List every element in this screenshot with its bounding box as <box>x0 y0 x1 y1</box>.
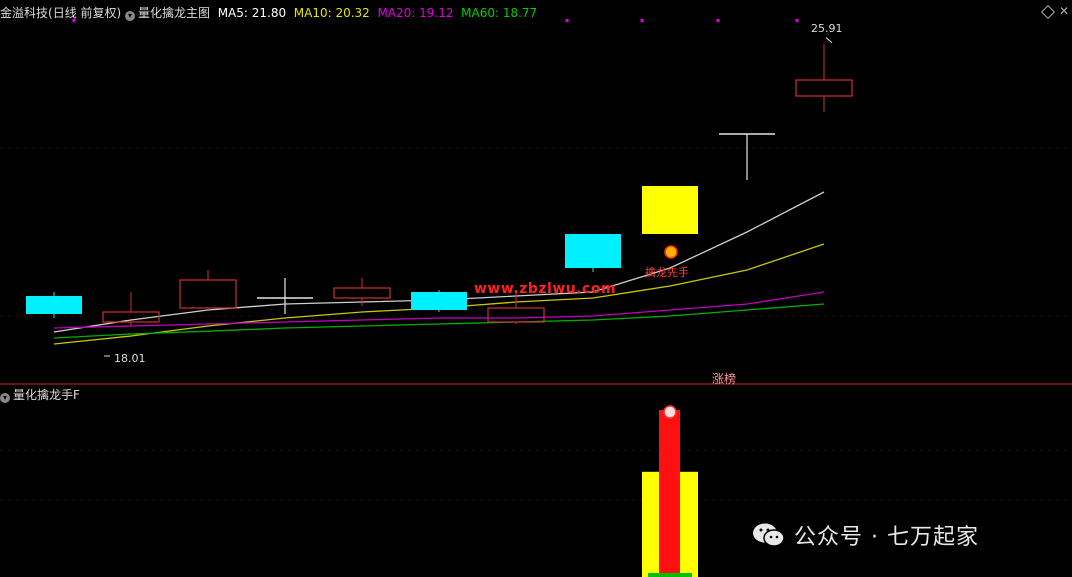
stock-name: 金溢科技 <box>0 6 49 20</box>
sub-bar-red <box>659 410 680 577</box>
indicator-toggle-icon[interactable]: ▾ <box>125 11 136 21</box>
watermark-text: 公众号 · 七万起家 <box>794 525 979 550</box>
close-icon[interactable]: ✕ <box>1059 4 1069 18</box>
candle <box>411 290 467 312</box>
candle-body <box>565 234 621 268</box>
sub-bar-cap <box>663 405 677 419</box>
sub-indicator-toggle-icon[interactable]: ▾ <box>0 393 10 403</box>
high-pointer <box>825 37 833 43</box>
ma10-value: MA10: 20.32 <box>293 6 370 20</box>
candle <box>179 270 237 310</box>
signal-dot <box>565 19 569 22</box>
sub-bar-green <box>648 573 692 577</box>
candle-body <box>333 287 391 299</box>
sub-indicator-bars <box>642 405 698 577</box>
candle <box>719 133 775 180</box>
candle <box>565 234 621 272</box>
wechat-watermark: 公众号 · 七万起家 <box>752 517 979 553</box>
candle-body <box>487 307 545 323</box>
high-price-label: 25.91 <box>811 22 843 35</box>
ma60-value: MA60: 18.77 <box>461 6 538 20</box>
sub-panel-header: ▾ 量化擒龙手F <box>0 386 80 403</box>
candle-body <box>26 296 82 314</box>
signal-dot <box>716 19 720 22</box>
ma-lines <box>53 191 825 345</box>
candle <box>642 186 698 234</box>
candle <box>795 43 853 112</box>
limit-up-label: 涨榜 <box>712 372 737 386</box>
candle <box>102 292 160 326</box>
ma5-value: MA5: 21.80 <box>217 6 287 20</box>
candles <box>26 37 853 357</box>
candle-body <box>411 292 467 310</box>
ma20-value: MA20: 19.12 <box>377 6 454 20</box>
watermark-url: www.zbzlwu.com <box>474 281 617 297</box>
sub-indicator-name[interactable]: 量化擒龙手F <box>13 388 80 402</box>
signal-label: 擒龙先手 <box>645 266 689 279</box>
signal-dot <box>795 19 799 22</box>
signal-dot <box>640 19 644 22</box>
candle <box>257 278 313 314</box>
candle-body <box>179 279 237 309</box>
candle <box>26 292 82 318</box>
chart-header: 金溢科技(日线 前复权) ▾ 量化擒龙主图 MA5: 21.80 MA10: 20… <box>0 4 538 21</box>
indicator-name[interactable]: 量化擒龙主图 <box>138 6 210 20</box>
period-label: (日线 前复权) <box>48 6 122 20</box>
candle-body <box>642 186 698 234</box>
signal-marker <box>664 245 678 259</box>
candle-body <box>795 79 853 97</box>
low-price-label: 18.01 <box>114 352 146 365</box>
wechat-icon <box>752 522 786 548</box>
